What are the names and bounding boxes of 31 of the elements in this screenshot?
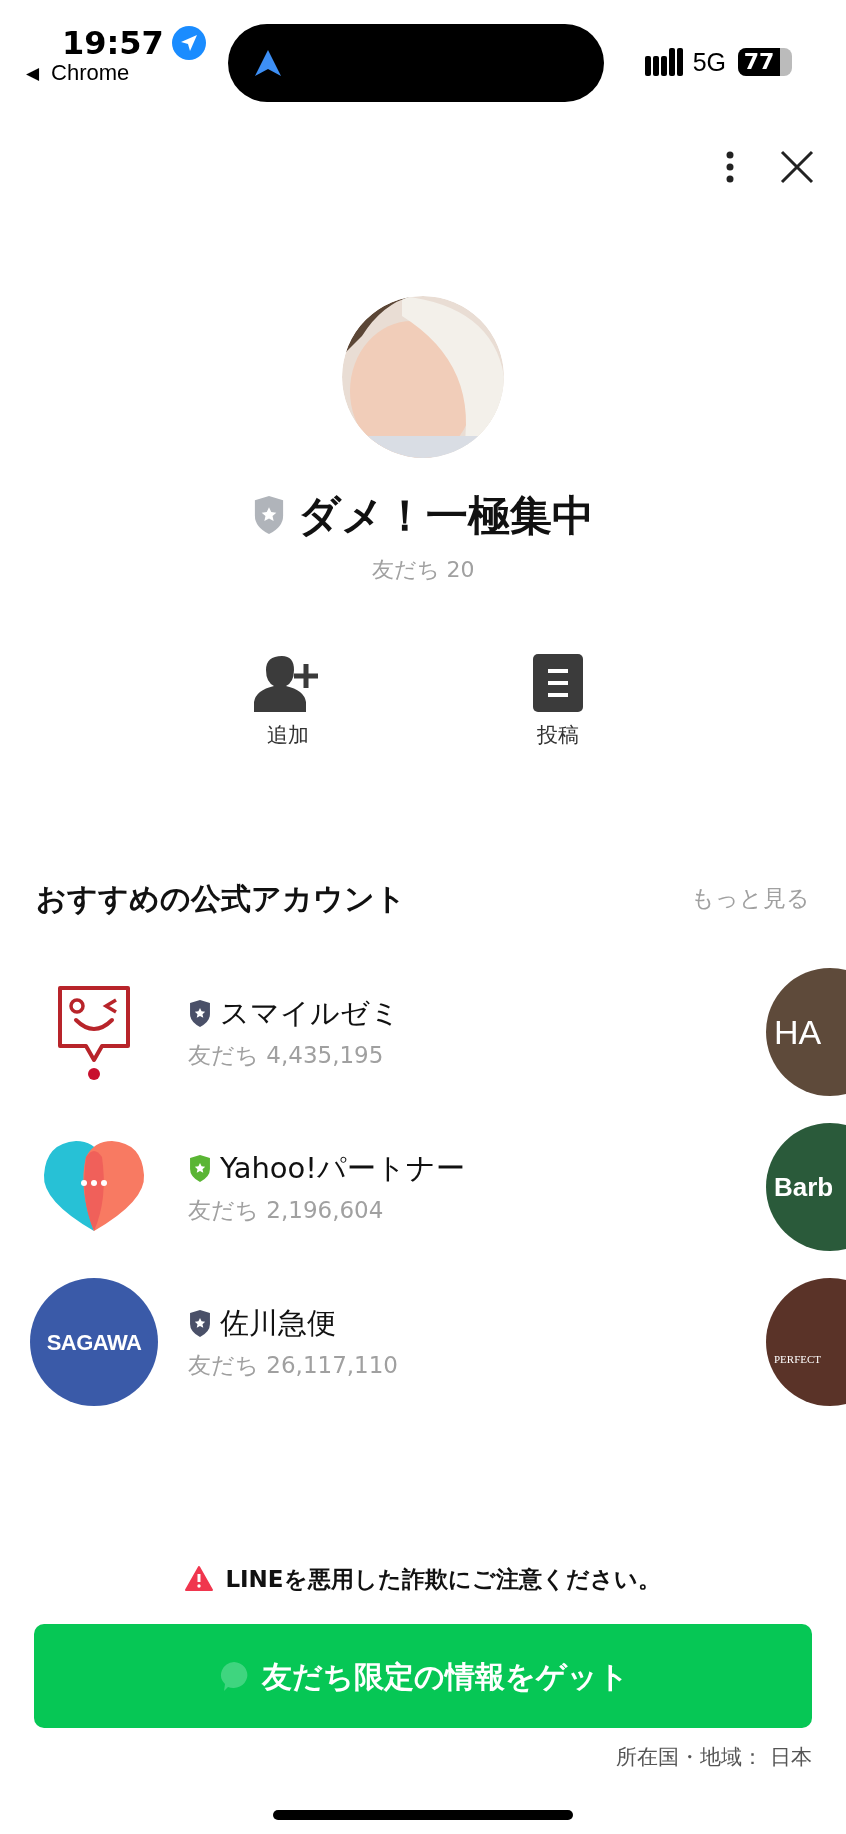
account-logo[interactable]: PERFECT [766,1278,846,1406]
battery-indicator: 77 [738,48,792,76]
region-label: 所在国・地域： 日本 [616,1744,812,1771]
friends-count: 友だち 2,196,604 [188,1195,385,1225]
sagawa-logo: SAGAWA [30,1278,158,1406]
friends-count: 友だち 26,117,110 [188,1350,398,1380]
section-title: おすすめの公式アカウント [36,879,406,918]
more-options-icon[interactable] [726,151,734,183]
fraud-warning: LINEを悪用した詐欺にご注意ください。 [225,1564,661,1594]
friends-count: 友だち 4,435,195 [188,1040,385,1070]
back-arrow[interactable]: ◀ [26,64,40,82]
account-name: 佐川急便 [220,1305,336,1342]
account-logo[interactable]: Barb [766,1123,846,1251]
network-type: 5G [692,49,726,75]
account-list-item[interactable]: SAGAWA 佐川急便 友だち 26,117,110 [0,1264,766,1420]
friends-count: 友だち 20 [371,556,475,584]
status-time: 19:57 [62,27,164,59]
close-icon[interactable] [780,150,814,184]
posts-icon [533,654,583,712]
back-to-app-link[interactable]: Chrome [51,62,130,84]
account-name: Yahoo!パートナー [220,1150,465,1187]
account-logo[interactable]: HA [766,968,846,1096]
account-name: ダメ！一極集中 [298,490,594,542]
account-name: スマイルゼミ [220,995,400,1032]
profile-action-button[interactable]: 追加 [218,654,358,752]
signal-icon [644,48,685,76]
warning-icon [185,1566,214,1592]
navigation-arrow-icon [254,49,282,77]
account-list-item[interactable]: Yahoo!パートナー 友だち 2,196,604 [0,1109,766,1265]
profile-action-button[interactable]: 投稿 [488,654,628,752]
account-list-item[interactable]: スマイルゼミ 友だち 4,435,195 [0,954,766,1110]
